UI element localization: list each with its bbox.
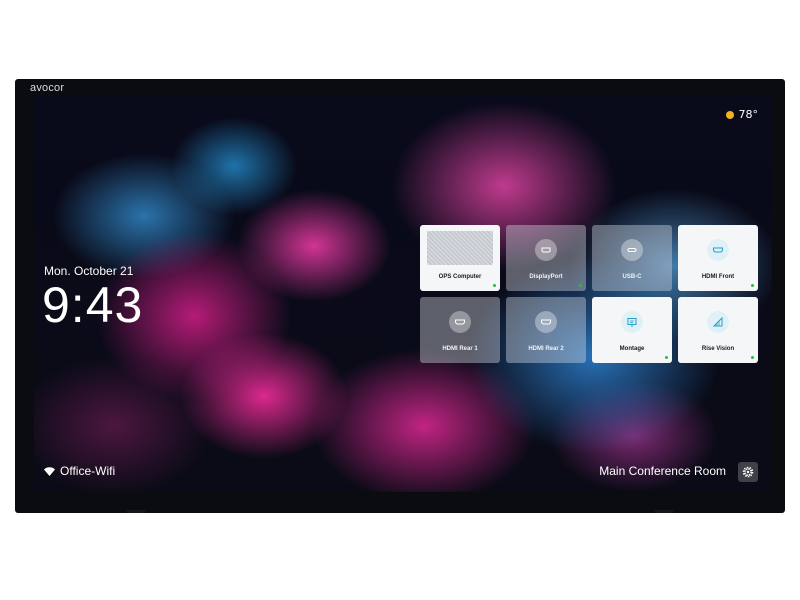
hdmi-icon <box>535 311 557 333</box>
active-indicator <box>665 356 668 359</box>
clock-time: 9:43 <box>42 277 144 333</box>
weather-widget: 78° <box>725 108 759 121</box>
rise-vision-icon <box>707 311 729 333</box>
room-name: Main Conference Room <box>599 464 726 478</box>
brand-logo: avocor <box>30 82 65 94</box>
stand-foot-right <box>655 510 673 513</box>
displayport-icon <box>535 239 557 261</box>
active-indicator <box>751 284 754 287</box>
wifi-icon <box>44 466 55 476</box>
source-tile-montage[interactable]: Montage <box>592 297 672 363</box>
active-indicator <box>751 356 754 359</box>
source-label: HDMI Front <box>701 274 735 280</box>
active-indicator <box>493 284 496 287</box>
source-label: Montage <box>619 346 645 352</box>
temperature: 78° <box>738 108 759 121</box>
source-tile-rise-vision[interactable]: Rise Vision <box>678 297 758 363</box>
source-tile-hdmi-rear-1[interactable]: HDMI Rear 1 <box>420 297 500 363</box>
source-tile-displayport[interactable]: DisplayPort <box>506 225 586 291</box>
settings-button[interactable] <box>738 462 758 482</box>
stand-foot-left <box>127 510 145 513</box>
active-indicator <box>579 284 582 287</box>
source-tile-hdmi-rear-2[interactable]: HDMI Rear 2 <box>506 297 586 363</box>
ops-preview-thumbnail <box>427 231 493 265</box>
source-tile-ops-computer[interactable]: OPS Computer <box>420 225 500 291</box>
source-grid: OPS Computer DisplayPort USB-C HDMI Fron… <box>420 225 758 364</box>
source-label: DisplayPort <box>529 274 563 280</box>
network-name: Office-Wifi <box>60 464 116 478</box>
hdmi-icon <box>449 311 471 333</box>
network-status[interactable]: Office-Wifi <box>44 464 115 478</box>
source-label: USB-C <box>622 274 642 280</box>
montage-icon <box>621 311 643 333</box>
source-label: OPS Computer <box>438 274 482 280</box>
source-label: HDMI Rear 1 <box>442 346 478 352</box>
source-label: HDMI Rear 2 <box>528 346 564 352</box>
usb-c-icon <box>621 239 643 261</box>
source-tile-hdmi-front[interactable]: HDMI Front <box>678 225 758 291</box>
hdmi-icon <box>707 239 729 261</box>
home-screen: 78° Mon. October 21 9:43 OPS Computer Di… <box>34 96 772 492</box>
gear-icon <box>742 466 754 478</box>
sun-icon <box>725 110 734 119</box>
source-label: Rise Vision <box>701 346 735 352</box>
source-tile-usb-c[interactable]: USB-C <box>592 225 672 291</box>
